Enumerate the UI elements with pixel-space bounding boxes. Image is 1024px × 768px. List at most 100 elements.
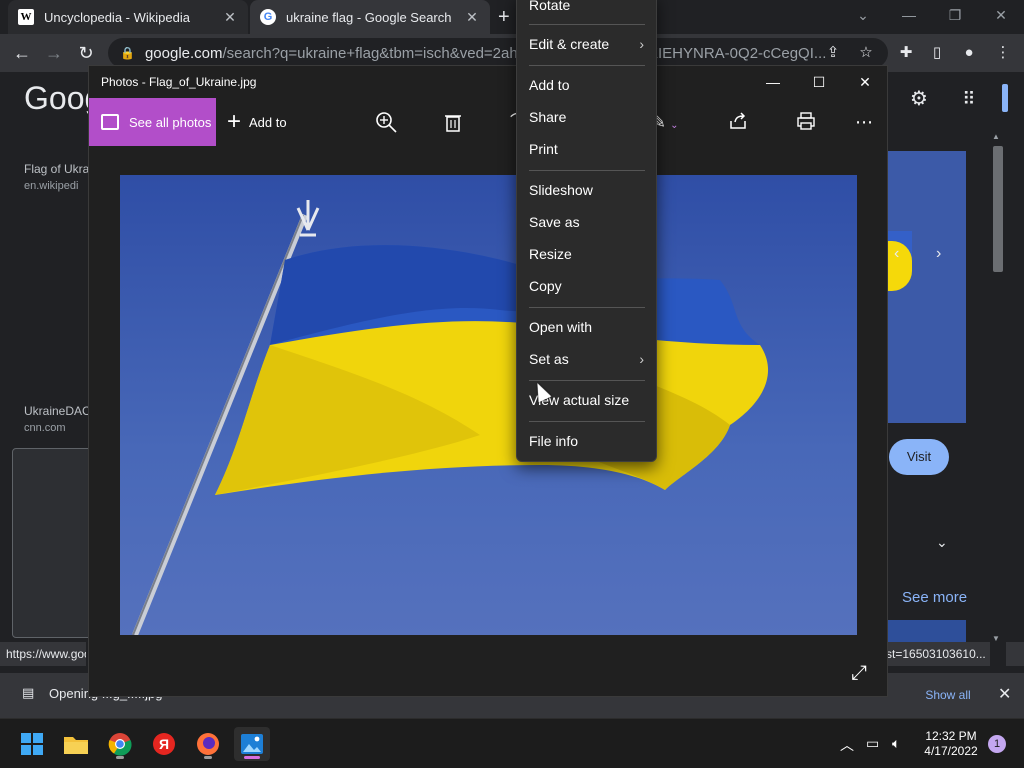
url-tail: KIEHYNRA-0Q2-cCegQI...: [648, 44, 827, 62]
tab-uncyclopedia[interactable]: W Uncyclopedia - Wikipedia ✕: [8, 0, 248, 34]
menu-item-save-as[interactable]: Save as: [517, 207, 656, 237]
photos-maximize-icon[interactable]: ☐: [799, 70, 839, 94]
menu-item-copy[interactable]: Copy: [517, 271, 656, 301]
volume-icon[interactable]: 🔈︎: [892, 735, 900, 752]
visit-button[interactable]: Visit: [889, 439, 949, 475]
photos-app-button[interactable]: [234, 727, 270, 761]
zoom-in-icon[interactable]: [374, 110, 398, 134]
firefox-button[interactable]: [190, 727, 226, 761]
sign-in-button-edge[interactable]: [1002, 84, 1008, 112]
chrome-button[interactable]: [102, 727, 138, 761]
share-icon[interactable]: [726, 110, 750, 134]
tab-google-search[interactable]: G ukraine flag - Google Search ✕: [250, 0, 490, 34]
menu-item-share[interactable]: Share: [517, 102, 656, 132]
forward-arrow-icon[interactable]: →: [42, 42, 66, 64]
scroll-thumb[interactable]: [993, 146, 1003, 272]
minimize-icon[interactable]: —: [886, 0, 932, 30]
menu-item-add-to[interactable]: Add to: [517, 70, 656, 100]
kebab-menu-icon[interactable]: ⋮: [992, 42, 1014, 64]
prev-arrow-icon[interactable]: ‹: [894, 245, 899, 263]
yandex-browser-button[interactable]: Я: [146, 727, 182, 761]
start-button[interactable]: [14, 727, 50, 761]
menu-item-rotate[interactable]: Rotate: [517, 0, 656, 20]
scroll-up-icon[interactable]: ▲: [992, 132, 1000, 141]
status-url-right: st=16503103610...: [886, 642, 990, 666]
restore-icon[interactable]: ❐: [932, 0, 978, 30]
yandex-icon: Я: [153, 733, 175, 755]
result-thumbnail[interactable]: [12, 448, 92, 638]
file-explorer-button[interactable]: [58, 727, 94, 761]
close-window-icon[interactable]: ✕: [978, 0, 1024, 30]
menu-item-file-info[interactable]: File info: [517, 426, 656, 456]
address-bar[interactable]: 🔒 google.com/search?q=ukraine+flag&tbm=i…: [108, 38, 888, 68]
clock-date: 4/17/2022: [924, 744, 978, 758]
menu-item-resize[interactable]: Resize: [517, 239, 656, 269]
menu-item-label: Print: [529, 141, 558, 157]
menu-item-label: Set as: [529, 351, 569, 367]
back-arrow-icon[interactable]: ←: [10, 42, 34, 64]
show-all-button[interactable]: Show all: [912, 681, 984, 709]
result-title: Flag of Ukra: [24, 162, 90, 176]
menu-divider: [529, 170, 645, 171]
notification-badge[interactable]: 1: [988, 735, 1006, 753]
close-shelf-icon[interactable]: ✕: [998, 681, 1011, 709]
system-clock[interactable]: 12:32 PM 4/17/2022: [918, 729, 984, 759]
photos-minimize-icon[interactable]: —: [753, 70, 793, 94]
tab-search-icon[interactable]: ⌄: [840, 0, 886, 30]
side-panel-icon[interactable]: ▯: [926, 42, 948, 64]
add-to-button[interactable]: + Add to: [227, 108, 287, 136]
folder-icon: [64, 737, 88, 754]
menu-item-label: File info: [529, 433, 579, 449]
menu-item-set-as[interactable]: Set as ›: [517, 344, 656, 374]
windows-taskbar: Я ︿ ▭ 🔈︎ 12:32 PM 4/17/2022 1: [0, 718, 1024, 768]
tab-title: ukraine flag - Google Search: [286, 9, 452, 25]
next-arrow-icon[interactable]: ›: [936, 245, 941, 263]
bookmark-star-icon[interactable]: ☆: [855, 42, 877, 64]
photos-app-icon: [241, 734, 263, 754]
reload-icon[interactable]: ↻: [74, 42, 98, 64]
result-item[interactable]: UkraineDAC cnn.com: [24, 404, 91, 434]
running-indicator: [244, 756, 260, 759]
menu-item-print[interactable]: Print: [517, 134, 656, 164]
google-favicon-icon: G: [260, 9, 276, 25]
result-item[interactable]: Flag of Ukra en.wikipedi: [24, 162, 89, 192]
clock-time: 12:32 PM: [925, 729, 977, 743]
preview-image[interactable]: ‹ ›: [888, 151, 966, 423]
plus-icon: +: [227, 108, 242, 135]
menu-item-edit-create[interactable]: Edit & create ›: [517, 29, 656, 59]
print-icon[interactable]: [794, 110, 818, 134]
photos-window-title: Photos - Flag_of_Ukraine.jpg: [101, 75, 257, 89]
see-all-photos-button[interactable]: See all photos: [89, 98, 216, 146]
profile-avatar-icon[interactable]: ●: [958, 42, 980, 64]
delete-trash-icon[interactable]: [441, 110, 465, 134]
network-icon[interactable]: ▭: [866, 735, 879, 752]
apps-grid-icon[interactable]: ⠿: [958, 88, 980, 110]
new-tab-button[interactable]: +: [498, 6, 510, 29]
menu-item-slideshow[interactable]: Slideshow: [517, 175, 656, 205]
chevron-down-icon[interactable]: ⌄: [936, 534, 948, 551]
tab-title: Uncyclopedia - Wikipedia: [44, 9, 190, 25]
see-more-link[interactable]: See more: [902, 589, 967, 606]
result-source: cnn.com: [24, 422, 66, 434]
menu-item-label: Edit & create: [529, 36, 610, 52]
chevron-right-icon: ›: [639, 351, 644, 367]
fullscreen-expand-icon[interactable]: ⤢: [851, 662, 867, 685]
more-options-icon[interactable]: ⋯: [852, 110, 876, 134]
menu-divider: [529, 307, 645, 308]
menu-item-open-with[interactable]: Open with: [517, 312, 656, 342]
photo-gallery-icon: [101, 114, 119, 130]
scroll-down-icon[interactable]: ▼: [992, 634, 1000, 643]
wikipedia-favicon-icon: W: [18, 9, 34, 25]
scroll-right-icon[interactable]: [1006, 642, 1024, 666]
photos-close-icon[interactable]: ✕: [845, 70, 885, 94]
show-hidden-icons-chevron-icon[interactable]: ︿: [840, 735, 854, 755]
page-scrollbar[interactable]: ▲ ▼: [990, 128, 1006, 646]
extensions-puzzle-icon[interactable]: ✚: [895, 42, 917, 64]
tab-close-icon[interactable]: ✕: [464, 9, 480, 26]
see-all-photos-label: See all photos: [129, 114, 212, 130]
tab-close-icon[interactable]: ✕: [222, 9, 238, 26]
settings-gear-icon[interactable]: ⚙: [908, 88, 930, 110]
result-source: en.wikipedi: [24, 180, 79, 192]
photo-canvas[interactable]: [120, 175, 857, 635]
share-icon[interactable]: ⇪: [822, 42, 844, 64]
